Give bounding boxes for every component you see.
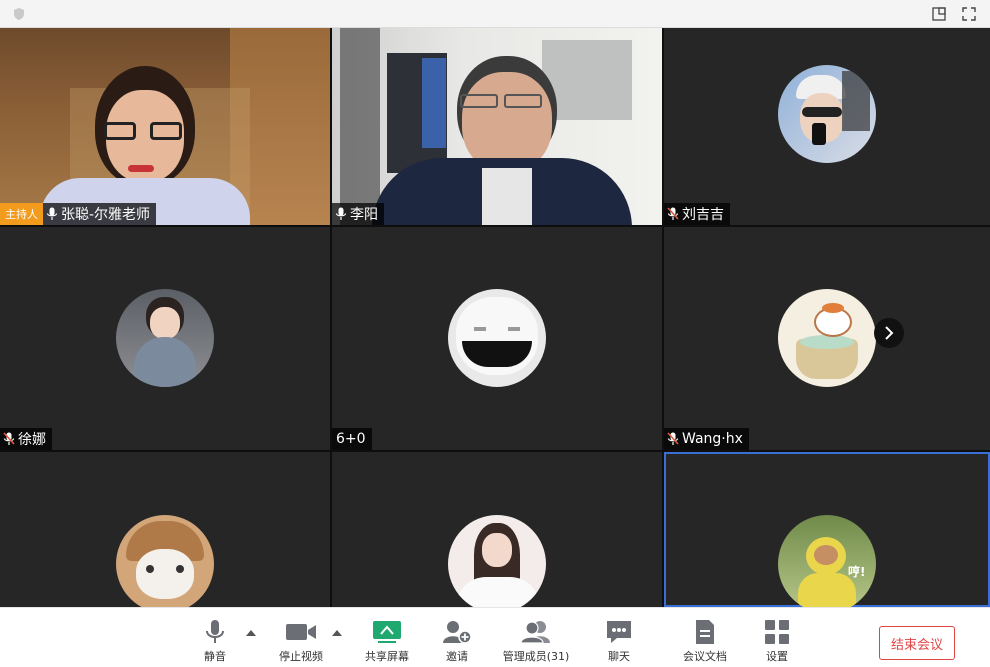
- video-tile[interactable]: [332, 452, 662, 607]
- name-tag: 刘吉吉: [664, 203, 730, 225]
- chevron-right-icon: [885, 326, 894, 340]
- participant-avatar: [116, 515, 214, 607]
- stop-video-button[interactable]: 停止视频: [266, 618, 336, 664]
- name-tag: 徐娜: [0, 428, 52, 450]
- share-screen-icon: [372, 618, 402, 646]
- video-tile[interactable]: 徐娜: [0, 227, 330, 450]
- video-options-caret[interactable]: [332, 630, 342, 636]
- avatar-caption: 哼!: [848, 565, 866, 579]
- end-meeting-button[interactable]: 结束会议: [879, 626, 955, 660]
- participant-name-box: 刘吉吉: [664, 203, 730, 225]
- microphone-muted-icon: [3, 432, 15, 445]
- document-icon: [694, 618, 716, 646]
- settings-button[interactable]: 设置: [742, 618, 812, 664]
- chat-label: 聊天: [608, 650, 630, 663]
- mute-label: 静音: [204, 650, 226, 663]
- video-tile[interactable]: 刘吉吉: [664, 28, 990, 225]
- settings-grid-icon: [764, 618, 790, 646]
- video-camera-icon: [285, 618, 317, 646]
- participant-avatar: [448, 515, 546, 607]
- share-screen-button[interactable]: 共享屏幕: [352, 618, 422, 664]
- participant-name-box: 徐娜: [0, 428, 52, 450]
- meeting-toolbar: 静音 停止视频 共享屏幕 邀请 管理成员(31) 聊天 会议文档 设置 结束会议: [0, 607, 990, 667]
- settings-label: 设置: [766, 650, 788, 663]
- manage-members-label: 管理成员(31): [502, 650, 570, 663]
- video-grid: 主持人 张聪-尔雅老师 李阳 刘吉吉 徐娜 6+0 Wang·hx 哼!: [0, 28, 990, 607]
- stop-video-label: 停止视频: [279, 650, 323, 663]
- participant-avatar: [116, 289, 214, 387]
- participant-avatar: [448, 289, 546, 387]
- participant-video: [332, 28, 662, 225]
- name-tag: 主持人 张聪-尔雅老师: [0, 203, 157, 225]
- video-tile-host[interactable]: 主持人 张聪-尔雅老师: [0, 28, 330, 225]
- participant-name: 李阳: [350, 207, 378, 223]
- microphone-icon: [46, 207, 58, 220]
- invite-label: 邀请: [446, 650, 468, 663]
- participant-avatar: 哼!: [778, 515, 876, 607]
- invite-button[interactable]: 邀请: [422, 618, 492, 664]
- add-user-icon: [442, 618, 472, 646]
- meeting-docs-button[interactable]: 会议文档: [670, 618, 740, 664]
- shield-icon[interactable]: [10, 5, 28, 23]
- host-badge: 主持人: [0, 203, 43, 225]
- participant-name: 徐娜: [18, 432, 46, 448]
- participant-name: 6+0: [336, 431, 366, 447]
- participant-name: Wang·hx: [682, 431, 743, 447]
- participant-name: 张聪-尔雅老师: [61, 207, 151, 223]
- next-page-button[interactable]: [874, 318, 904, 348]
- microphone-muted-icon: [667, 432, 679, 445]
- participant-name-box: 张聪-尔雅老师: [43, 203, 157, 225]
- microphone-icon: [335, 207, 347, 220]
- title-bar: [0, 0, 990, 28]
- participant-avatar: [778, 289, 876, 387]
- participant-video: [0, 28, 330, 225]
- meeting-docs-label: 会议文档: [683, 650, 727, 663]
- video-tile[interactable]: 6+0: [332, 227, 662, 450]
- participant-name-box: Wang·hx: [664, 428, 749, 450]
- participant-name-box: 李阳: [332, 203, 384, 225]
- audio-options-caret[interactable]: [246, 630, 256, 636]
- microphone-muted-icon: [667, 207, 679, 220]
- layout-icon[interactable]: [930, 5, 948, 23]
- video-tile[interactable]: 李阳: [332, 28, 662, 225]
- video-tile-active-speaker[interactable]: 哼!: [664, 452, 990, 607]
- name-tag: 李阳: [332, 203, 384, 225]
- microphone-icon: [205, 618, 225, 646]
- name-tag: 6+0: [332, 428, 372, 450]
- share-screen-label: 共享屏幕: [365, 650, 409, 663]
- fullscreen-icon[interactable]: [960, 5, 978, 23]
- chat-button[interactable]: 聊天: [584, 618, 654, 664]
- video-tile[interactable]: [0, 452, 330, 607]
- participant-name-box: 6+0: [332, 428, 372, 450]
- meeting-window: 主持人 张聪-尔雅老师 李阳 刘吉吉 徐娜 6+0 Wang·hx 哼! 静音 …: [0, 0, 990, 667]
- manage-members-button[interactable]: 管理成员(31): [498, 618, 574, 664]
- participant-name: 刘吉吉: [682, 207, 724, 223]
- name-tag: Wang·hx: [664, 428, 749, 450]
- mute-button[interactable]: 静音: [180, 618, 250, 664]
- video-tile[interactable]: Wang·hx: [664, 227, 990, 450]
- participant-avatar: [778, 65, 876, 163]
- chat-icon: [605, 618, 633, 646]
- members-icon: [520, 618, 552, 646]
